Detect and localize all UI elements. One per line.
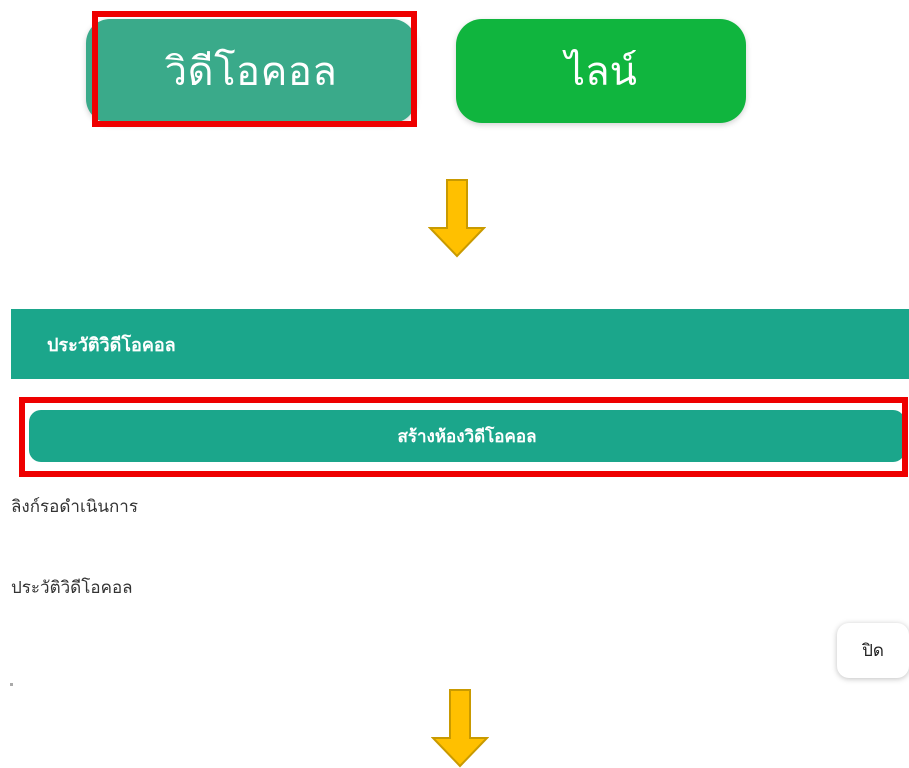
- panel-corner-mark: [10, 683, 13, 686]
- video-call-highlight-box: [92, 11, 417, 127]
- video-call-history-header: ประวัติวิดีโอคอล: [11, 309, 909, 379]
- arrow-down-icon: [431, 689, 489, 768]
- arrow-down-icon: [428, 179, 486, 258]
- pending-links-label: ลิงก์รอดำเนินการ: [11, 497, 138, 517]
- line-button[interactable]: ไลน์: [456, 19, 746, 123]
- close-button[interactable]: ปิด: [837, 623, 909, 678]
- line-label: ไลน์: [565, 49, 637, 95]
- create-room-highlight-box: [19, 397, 908, 477]
- video-call-history-label: ประวัติวิดีโอคอล: [11, 578, 133, 598]
- panel-title: ประวัติวิดีโอคอล: [47, 334, 176, 356]
- close-label: ปิด: [862, 641, 884, 661]
